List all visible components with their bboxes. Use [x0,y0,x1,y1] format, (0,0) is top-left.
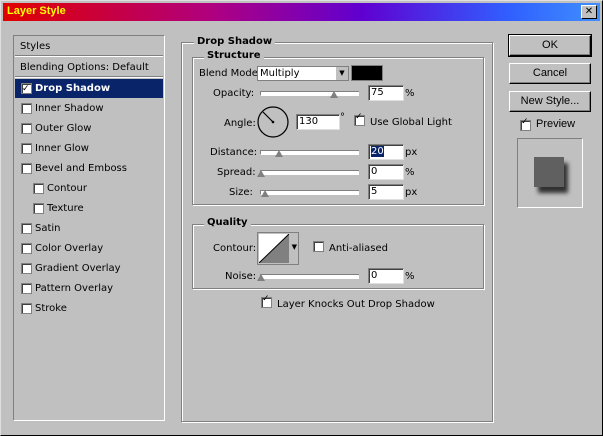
contour-curve-icon [259,234,289,263]
opacity-unit: % [405,88,415,99]
style-item-label: Satin [35,223,61,234]
style-item-inner-glow[interactable]: Inner Glow [15,139,163,158]
gradient-overlay-checkbox[interactable] [21,263,32,274]
spread-slider-thumb[interactable] [257,170,265,177]
noise-unit: % [405,271,415,282]
preview-checkbox[interactable] [520,117,531,131]
cancel-button[interactable]: Cancel [509,63,591,84]
spread-unit: % [405,167,415,178]
spread-slider[interactable] [260,170,359,175]
close-button[interactable]: ✕ [581,5,597,19]
texture-checkbox[interactable] [33,203,44,214]
style-item-label: Bevel and Emboss [35,163,127,174]
global-light-checkbox[interactable] [354,112,365,126]
opacity-field[interactable]: 75 [368,85,404,101]
style-item-label: Inner Glow [35,143,89,154]
angle-dial[interactable] [256,105,290,139]
angle-label: Angle: [224,118,256,129]
structure-title: Structure [204,50,264,61]
size-slider-thumb[interactable] [261,190,269,197]
size-field[interactable]: 5 [368,184,404,200]
color-overlay-checkbox[interactable] [21,243,32,254]
stroke-checkbox[interactable] [21,303,32,314]
opacity-label: Opacity: [213,88,255,99]
style-item-outer-glow[interactable]: Outer Glow [15,119,163,138]
spread-label: Spread: [217,167,256,178]
style-item-label: Drop Shadow [35,83,111,94]
style-item-label: Color Overlay [35,243,104,254]
outer-glow-checkbox[interactable] [21,123,32,134]
angle-field[interactable]: 130 [296,114,340,130]
style-item-label: Texture [47,203,84,214]
noise-field[interactable]: 0 [368,268,404,284]
title-bar: Layer Style ✕ [3,3,600,21]
blending-options-item[interactable]: Blending Options: Default [15,58,163,77]
window-title: Layer Style [7,5,66,17]
noise-slider[interactable] [260,274,359,279]
knocks-out-checkbox[interactable] [261,294,272,308]
noise-label: Noise: [225,271,257,282]
style-item-gradient-overlay[interactable]: Gradient Overlay [15,259,163,278]
style-item-pattern-overlay[interactable]: Pattern Overlay [15,279,163,298]
contour-checkbox[interactable] [33,183,44,194]
opacity-slider-thumb[interactable] [330,91,338,98]
size-unit: px [405,187,418,198]
style-preview [517,138,583,208]
inner-glow-checkbox[interactable] [21,143,32,154]
anti-aliased-checkbox[interactable] [313,241,324,252]
style-item-texture[interactable]: Texture [15,199,163,218]
noise-slider-thumb[interactable] [257,274,265,281]
style-item-drop-shadow[interactable]: Drop Shadow [15,79,163,99]
contour-picker[interactable]: ▼ [257,232,299,265]
distance-value: 20 [371,146,384,157]
style-item-label: Contour [47,183,87,194]
knocks-out-label: Layer Knocks Out Drop Shadow [277,299,435,310]
style-item-label: Outer Glow [35,123,92,134]
inner-shadow-checkbox[interactable] [21,103,32,114]
styles-list: Styles Blending Options: Default Drop Sh… [13,35,165,421]
style-item-satin[interactable]: Satin [15,219,163,238]
drop-shadow-checkbox[interactable] [21,80,32,99]
preview-square [534,157,564,187]
opacity-slider[interactable] [260,91,359,96]
blend-mode-label: Blend Mode: [199,68,262,79]
style-item-label: Gradient Overlay [35,263,121,274]
style-item-label: Pattern Overlay [35,283,114,294]
spread-field[interactable]: 0 [368,164,404,180]
angle-unit: ° [340,112,345,123]
style-item-label: Inner Shadow [35,103,104,114]
size-label: Size: [229,187,253,198]
style-item-contour[interactable]: Contour [15,179,163,198]
layer-style-dialog: Layer Style ✕ Styles Blending Options: D… [0,0,603,436]
style-item-stroke[interactable]: Stroke [15,299,163,318]
preview-label: Preview [536,118,576,130]
size-slider[interactable] [260,190,359,195]
style-item-inner-shadow[interactable]: Inner Shadow [15,99,163,118]
shadow-color-swatch[interactable] [351,65,383,81]
pattern-overlay-checkbox[interactable] [21,283,32,294]
panel-title: Drop Shadow [194,36,276,47]
style-item-bevel-emboss[interactable]: Bevel and Emboss [15,159,163,178]
distance-field[interactable]: 20 [368,144,404,160]
blend-mode-select[interactable]: Multiply ▼ [257,66,349,81]
quality-title: Quality [204,217,251,228]
distance-slider-thumb[interactable] [275,150,283,157]
distance-unit: px [405,147,418,158]
chevron-down-icon: ▼ [291,243,297,251]
ok-button[interactable]: OK [508,34,592,57]
chevron-down-icon: ▼ [335,67,348,80]
style-item-label: Stroke [35,303,67,314]
style-item-color-overlay[interactable]: Color Overlay [15,239,163,258]
anti-aliased-label: Anti-aliased [329,243,389,254]
distance-label: Distance: [210,147,258,158]
global-light-label: Use Global Light [370,117,452,128]
contour-label: Contour: [213,243,257,254]
styles-header[interactable]: Styles [15,37,163,56]
satin-checkbox[interactable] [21,223,32,234]
new-style-button[interactable]: New Style... [509,91,591,112]
bevel-emboss-checkbox[interactable] [21,163,32,174]
blend-mode-value: Multiply [260,68,300,79]
